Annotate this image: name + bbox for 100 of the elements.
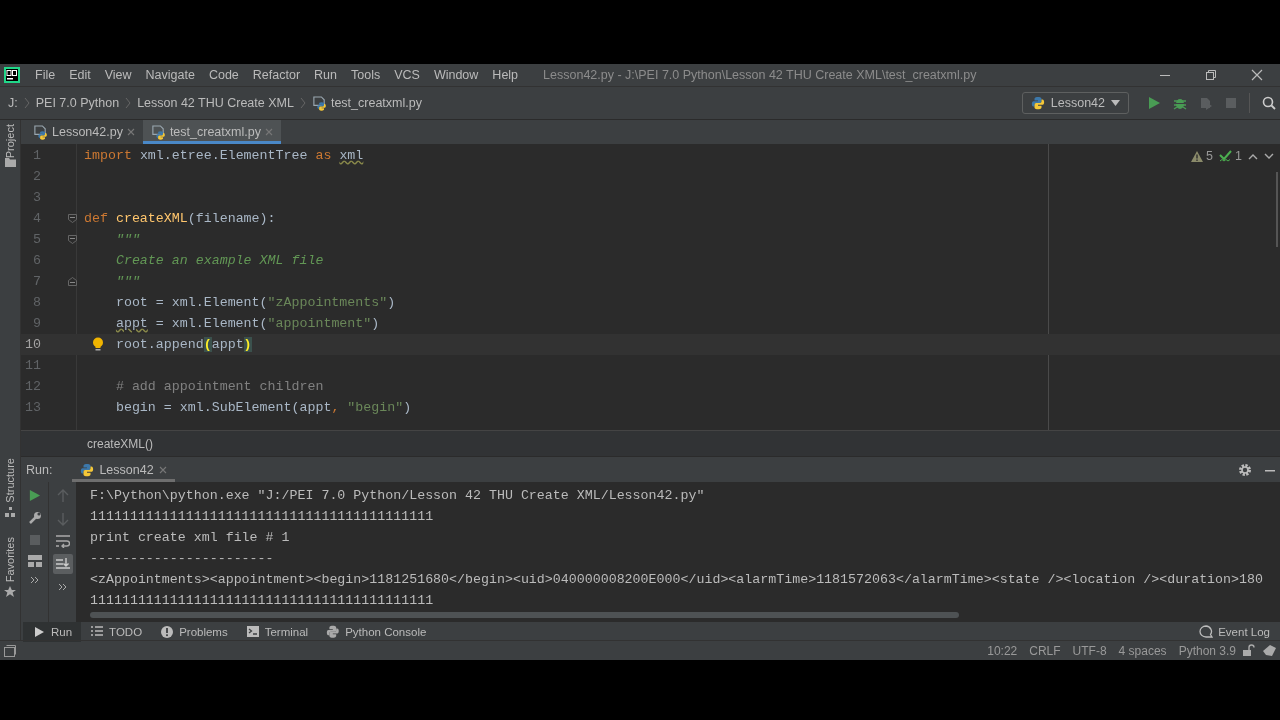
breadcrumb-item[interactable]: J: <box>8 96 18 110</box>
menu-item[interactable]: VCS <box>387 68 427 82</box>
editor-breadcrumb[interactable]: createXML() <box>21 430 1280 456</box>
bug-icon[interactable] <box>1173 96 1187 110</box>
fold-icon[interactable] <box>68 214 77 223</box>
menu-item[interactable]: File <box>28 68 63 82</box>
menu-item[interactable]: Help <box>485 68 526 82</box>
status-item[interactable]: CRLF <box>1023 643 1067 658</box>
menu-item[interactable]: Refactor <box>245 68 308 82</box>
run-icon[interactable] <box>28 489 41 502</box>
warning-count[interactable]: 5 <box>1191 149 1214 163</box>
tool-window-tab[interactable]: TODO <box>81 622 152 642</box>
code-line: appt = xml.Element("appointment") <box>114 315 380 333</box>
fold-icon[interactable] <box>68 235 77 244</box>
line-number: 13 <box>24 399 41 417</box>
close-icon[interactable] <box>126 128 135 136</box>
lightbulb-icon[interactable] <box>92 337 104 352</box>
code-line: """ <box>114 231 140 249</box>
file-tab[interactable]: Lesson42.py <box>25 120 143 144</box>
python-file-icon <box>33 124 48 140</box>
menu-item[interactable]: Window <box>426 68 486 82</box>
restore-icon[interactable] <box>1204 68 1218 82</box>
settings-icon[interactable] <box>1238 462 1252 477</box>
breadcrumb-item[interactable]: test_creatxml.py <box>330 96 422 110</box>
code-line: import xml.etree.ElementTree as xml <box>84 147 364 165</box>
line-number: 3 <box>32 189 41 207</box>
scrollbar-thumb[interactable] <box>1276 172 1278 247</box>
python-file-icon <box>150 124 166 140</box>
menu-item[interactable]: Navigate <box>138 68 202 82</box>
chevron-icon <box>125 97 132 109</box>
warning-icon <box>1191 150 1204 162</box>
console-line: <zAppointments><appointment><begin>1181251680</begin><uid>040000008200E000</uid><alarmTime>1181572063</alarmTime><state /><location /><duration>180 <box>90 571 1263 589</box>
python-icon <box>326 625 341 639</box>
check-icon <box>1219 150 1233 162</box>
tool-window-label[interactable]: Favorites <box>4 536 16 582</box>
window-title: Lesson42.py - J:\PEI 7.0 Python\Lesson 42 THU Create XML\test_creatxml.py <box>543 68 977 82</box>
event-log-button[interactable]: Event Log <box>1189 625 1280 639</box>
problems-icon <box>160 625 175 639</box>
status-item[interactable]: 4 spaces <box>1112 643 1173 658</box>
line-number: 11 <box>24 357 41 375</box>
close-icon[interactable] <box>158 465 167 474</box>
menu-item[interactable]: View <box>97 68 139 82</box>
python-icon <box>80 462 95 477</box>
menu-item[interactable]: Edit <box>62 68 98 82</box>
line-number: 8 <box>32 294 41 312</box>
menu-item[interactable]: Run <box>307 68 344 82</box>
line-number: 4 <box>32 210 41 228</box>
file-tab[interactable]: test_creatxml.py <box>142 120 281 144</box>
chevrons-icon[interactable] <box>29 576 40 584</box>
line-number: 6 <box>32 252 41 270</box>
typo-count[interactable]: 1 <box>1219 149 1242 163</box>
line-number: 1 <box>32 147 41 165</box>
app-logo <box>4 67 20 83</box>
run-icon <box>32 625 46 639</box>
run-config-dropdown[interactable]: Lesson42 <box>1021 92 1129 114</box>
python-icon <box>1030 96 1045 110</box>
panel-toggle-icon[interactable] <box>4 644 16 657</box>
menu-item[interactable]: Code <box>201 68 246 82</box>
line-number: 2 <box>32 168 41 186</box>
up-chevron-icon[interactable] <box>1248 152 1258 160</box>
scrollbar-thumb[interactable] <box>90 612 959 618</box>
code-line: def createXML(filename): <box>84 210 276 228</box>
chevrons-icon[interactable] <box>57 583 68 591</box>
tool-window-label[interactable]: Structure <box>4 458 16 503</box>
code-line: begin = xml.SubElement(appt, "begin") <box>114 399 412 417</box>
status-item[interactable]: Python 3.9 <box>1172 643 1242 658</box>
line-number: 7 <box>32 273 41 291</box>
status-item[interactable]: 10:22 <box>981 643 1024 658</box>
line-number: 5 <box>32 231 41 249</box>
code-line: root = xml.Element("zAppointments") <box>114 294 396 312</box>
chevron-icon <box>23 97 30 109</box>
tool-window-label[interactable]: Project <box>4 124 16 159</box>
lock-icon[interactable] <box>1242 644 1255 657</box>
breadcrumb-item[interactable]: PEI 7.0 Python <box>35 96 120 110</box>
star-icon <box>4 586 16 598</box>
run-icon[interactable] <box>1147 96 1161 110</box>
tool-window-tab[interactable]: Problems <box>151 622 237 642</box>
code-line: root.append(appt) <box>114 336 252 354</box>
layout-icon[interactable] <box>27 555 42 567</box>
fold-icon[interactable] <box>68 277 77 286</box>
soft-wrap-icon[interactable] <box>55 535 70 548</box>
status-item[interactable]: UTF-8 <box>1066 643 1113 658</box>
tool-window-tab[interactable]: Terminal <box>236 622 318 642</box>
menu-item[interactable]: Tools <box>344 68 388 82</box>
balloon-icon <box>1199 625 1214 639</box>
folder-icon <box>4 158 16 168</box>
breadcrumb-item[interactable]: Lesson 42 THU Create XML <box>137 96 294 110</box>
tool-window-tab[interactable]: Python Console <box>317 622 436 642</box>
console-line: ----------------------- <box>90 550 274 568</box>
chevron-icon <box>299 97 306 109</box>
close-icon[interactable] <box>1250 68 1264 82</box>
wrench-icon[interactable] <box>27 511 42 525</box>
tool-window-tab[interactable]: Run <box>23 622 82 642</box>
code-line: """ <box>114 273 140 291</box>
terminal-icon <box>245 625 260 639</box>
search-icon[interactable] <box>1262 96 1276 110</box>
scroll-to-end-icon[interactable] <box>52 554 73 574</box>
line-number: 10 <box>24 336 41 354</box>
down-chevron-icon[interactable] <box>1264 152 1274 160</box>
structure-icon <box>4 506 16 517</box>
